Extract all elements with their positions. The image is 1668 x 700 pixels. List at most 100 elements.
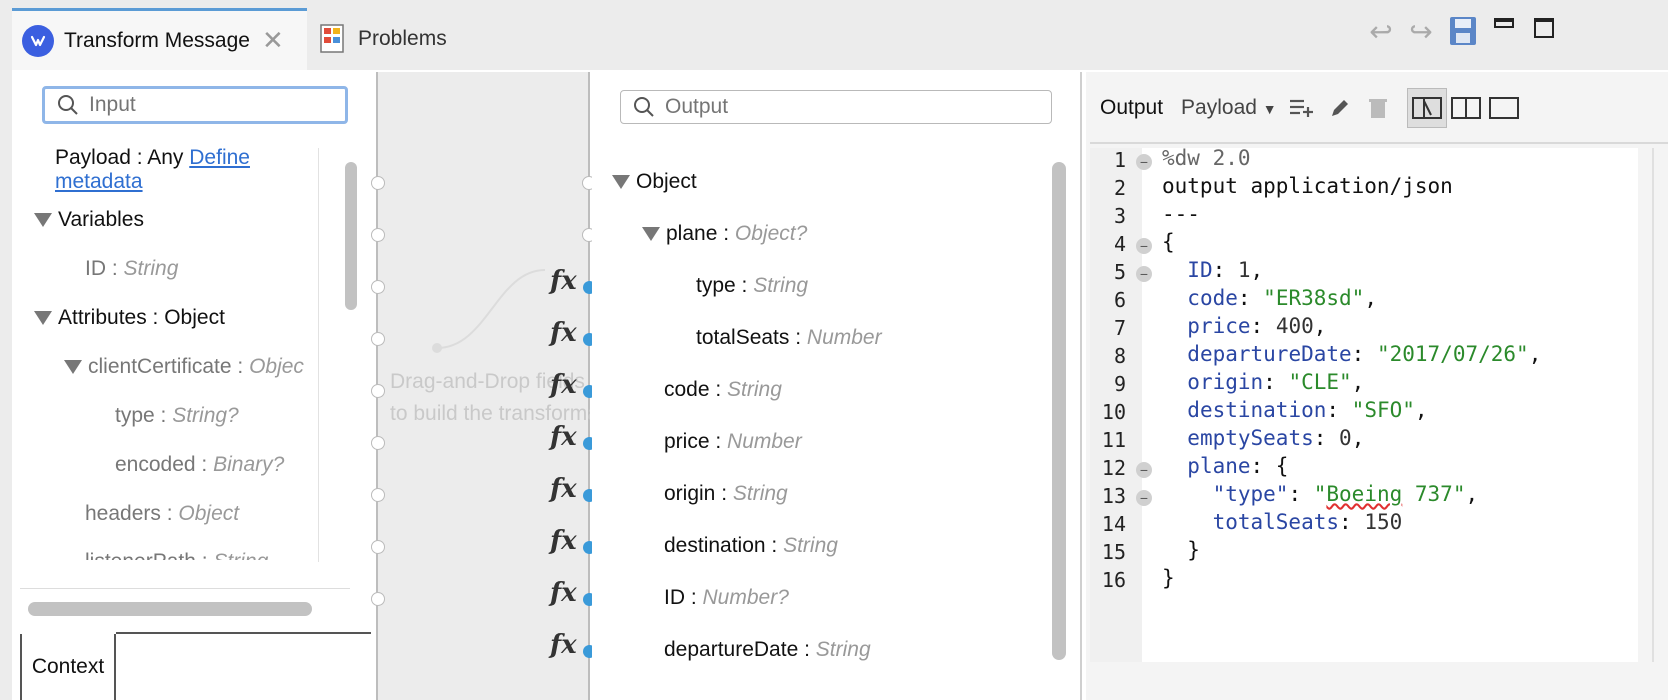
fold-icon[interactable]: − bbox=[1136, 266, 1152, 282]
field-type: String bbox=[753, 274, 809, 297]
field-name: encoded : bbox=[115, 453, 214, 476]
code-line: { bbox=[1162, 230, 1175, 254]
fx-icon[interactable]: fx bbox=[550, 474, 577, 504]
layout-single-icon[interactable] bbox=[1485, 89, 1523, 127]
input-divider bbox=[318, 148, 319, 562]
input-port[interactable] bbox=[371, 176, 385, 190]
fold-icon[interactable]: − bbox=[1136, 238, 1152, 254]
output-field-row[interactable]: destination : String bbox=[664, 534, 838, 558]
field-name: ID : bbox=[664, 586, 703, 609]
cert-encoded-row[interactable]: encoded : Binary? bbox=[115, 453, 284, 477]
payload-label: Payload : Any bbox=[55, 146, 184, 169]
output-search-box[interactable] bbox=[620, 90, 1052, 124]
expand-triangle-icon[interactable] bbox=[612, 175, 630, 190]
code-value: 400 bbox=[1275, 314, 1314, 338]
expand-triangle-icon[interactable] bbox=[64, 360, 82, 375]
listener-path-row[interactable]: listenerPath : String bbox=[85, 550, 268, 560]
code-key: "type" bbox=[1212, 482, 1289, 506]
line-number: 8 bbox=[1113, 344, 1126, 368]
input-port[interactable] bbox=[371, 436, 385, 450]
field-type: Number bbox=[806, 326, 882, 349]
input-search-box[interactable] bbox=[42, 86, 348, 124]
output-field-row[interactable]: code : String bbox=[664, 378, 782, 402]
tab-problems[interactable]: Problems bbox=[316, 8, 490, 70]
output-field-row[interactable]: totalSeats : Number bbox=[696, 326, 882, 350]
tab-transform-label: Transform Message bbox=[64, 28, 250, 52]
payload-row: Payload : Any Define metadata bbox=[55, 146, 250, 194]
cert-type-row[interactable]: type : String? bbox=[115, 404, 239, 428]
minimize-icon[interactable] bbox=[1494, 18, 1514, 28]
fx-icon[interactable]: fx bbox=[550, 370, 577, 400]
input-port[interactable] bbox=[371, 228, 385, 242]
line-number: 4 bbox=[1113, 232, 1126, 256]
attributes-node[interactable]: Attributes : Object bbox=[34, 306, 225, 330]
input-port[interactable] bbox=[371, 384, 385, 398]
fx-icon[interactable]: fx bbox=[550, 266, 577, 296]
save-icon[interactable] bbox=[1446, 14, 1480, 48]
input-port[interactable] bbox=[371, 332, 385, 346]
output-field-row[interactable]: type : String bbox=[696, 274, 808, 298]
code-key: emptySeats bbox=[1187, 426, 1314, 450]
redo-icon[interactable]: ↪ bbox=[1404, 14, 1438, 48]
code-value: "SFO" bbox=[1351, 398, 1415, 422]
input-port[interactable] bbox=[371, 488, 385, 502]
input-port[interactable] bbox=[371, 280, 385, 294]
field-name: clientCertificate : bbox=[88, 355, 250, 378]
close-icon[interactable]: ✕ bbox=[262, 25, 284, 56]
input-port[interactable] bbox=[371, 540, 385, 554]
field-name: type : bbox=[115, 404, 173, 427]
tab-transform-message[interactable]: Transform Message ✕ bbox=[12, 8, 307, 70]
search-icon bbox=[58, 95, 78, 115]
line-number: 12 bbox=[1101, 456, 1126, 480]
output-field-row[interactable]: origin : String bbox=[664, 482, 788, 506]
output-field-row[interactable]: price : Number bbox=[664, 430, 802, 454]
headers-row[interactable]: headers : Object bbox=[85, 502, 239, 526]
variable-id-row[interactable]: ID : String bbox=[85, 257, 178, 281]
fold-icon[interactable]: − bbox=[1136, 154, 1152, 170]
output-field-row[interactable]: ID : Number? bbox=[664, 586, 789, 610]
input-port[interactable] bbox=[371, 592, 385, 606]
fx-icon[interactable]: fx bbox=[550, 526, 577, 556]
field-type: Number? bbox=[702, 586, 789, 609]
add-output-icon[interactable] bbox=[1283, 89, 1321, 127]
undo-icon[interactable]: ↩ bbox=[1364, 14, 1398, 48]
expand-triangle-icon[interactable] bbox=[642, 227, 660, 242]
fx-icon[interactable]: fx bbox=[550, 318, 577, 348]
input-vertical-scrollbar[interactable] bbox=[345, 162, 357, 310]
edit-pencil-icon[interactable] bbox=[1321, 89, 1359, 127]
code-line: origin: "CLE", bbox=[1187, 370, 1365, 394]
variables-node[interactable]: Variables bbox=[34, 208, 144, 232]
input-horizontal-scrollbar[interactable] bbox=[28, 602, 312, 616]
payload-dropdown[interactable]: Payload ▼ bbox=[1181, 96, 1277, 120]
input-search-field[interactable] bbox=[87, 92, 336, 118]
fx-icon[interactable]: fx bbox=[550, 630, 577, 660]
code-value: " bbox=[1313, 482, 1327, 506]
client-certificate-node[interactable]: clientCertificate : Objec bbox=[64, 355, 318, 379]
plane-node[interactable]: plane : Object? bbox=[642, 222, 807, 246]
attributes-label: Attributes : Object bbox=[58, 306, 225, 329]
output-search-field[interactable] bbox=[663, 94, 1023, 120]
field-type: Number bbox=[727, 430, 802, 453]
trash-icon[interactable] bbox=[1359, 89, 1397, 127]
output-field-row[interactable]: departureDate : String bbox=[664, 638, 871, 662]
code-line: } bbox=[1162, 566, 1175, 590]
define-metadata-link[interactable]: Define bbox=[189, 146, 250, 169]
layout-split-icon[interactable] bbox=[1406, 88, 1447, 128]
output-vertical-scrollbar[interactable] bbox=[1052, 162, 1066, 660]
fx-icon[interactable]: fx bbox=[550, 578, 577, 608]
code-key: price bbox=[1187, 314, 1251, 338]
expand-triangle-icon[interactable] bbox=[34, 311, 52, 326]
expand-triangle-icon[interactable] bbox=[34, 213, 52, 228]
dataweave-logo-icon bbox=[22, 24, 54, 57]
code-value: "2017/07/26" bbox=[1376, 342, 1529, 366]
fold-icon[interactable]: − bbox=[1136, 462, 1152, 478]
tab-context[interactable]: Context bbox=[20, 634, 116, 700]
code-line: } bbox=[1162, 538, 1200, 562]
fold-icon[interactable]: − bbox=[1136, 490, 1152, 506]
maximize-icon[interactable] bbox=[1534, 18, 1554, 38]
field-type: String bbox=[732, 482, 788, 505]
fx-icon[interactable]: fx bbox=[550, 422, 577, 452]
object-node[interactable]: Object bbox=[612, 170, 697, 194]
layout-columns-icon[interactable] bbox=[1447, 89, 1485, 127]
define-metadata-link-2[interactable]: metadata bbox=[55, 170, 143, 193]
